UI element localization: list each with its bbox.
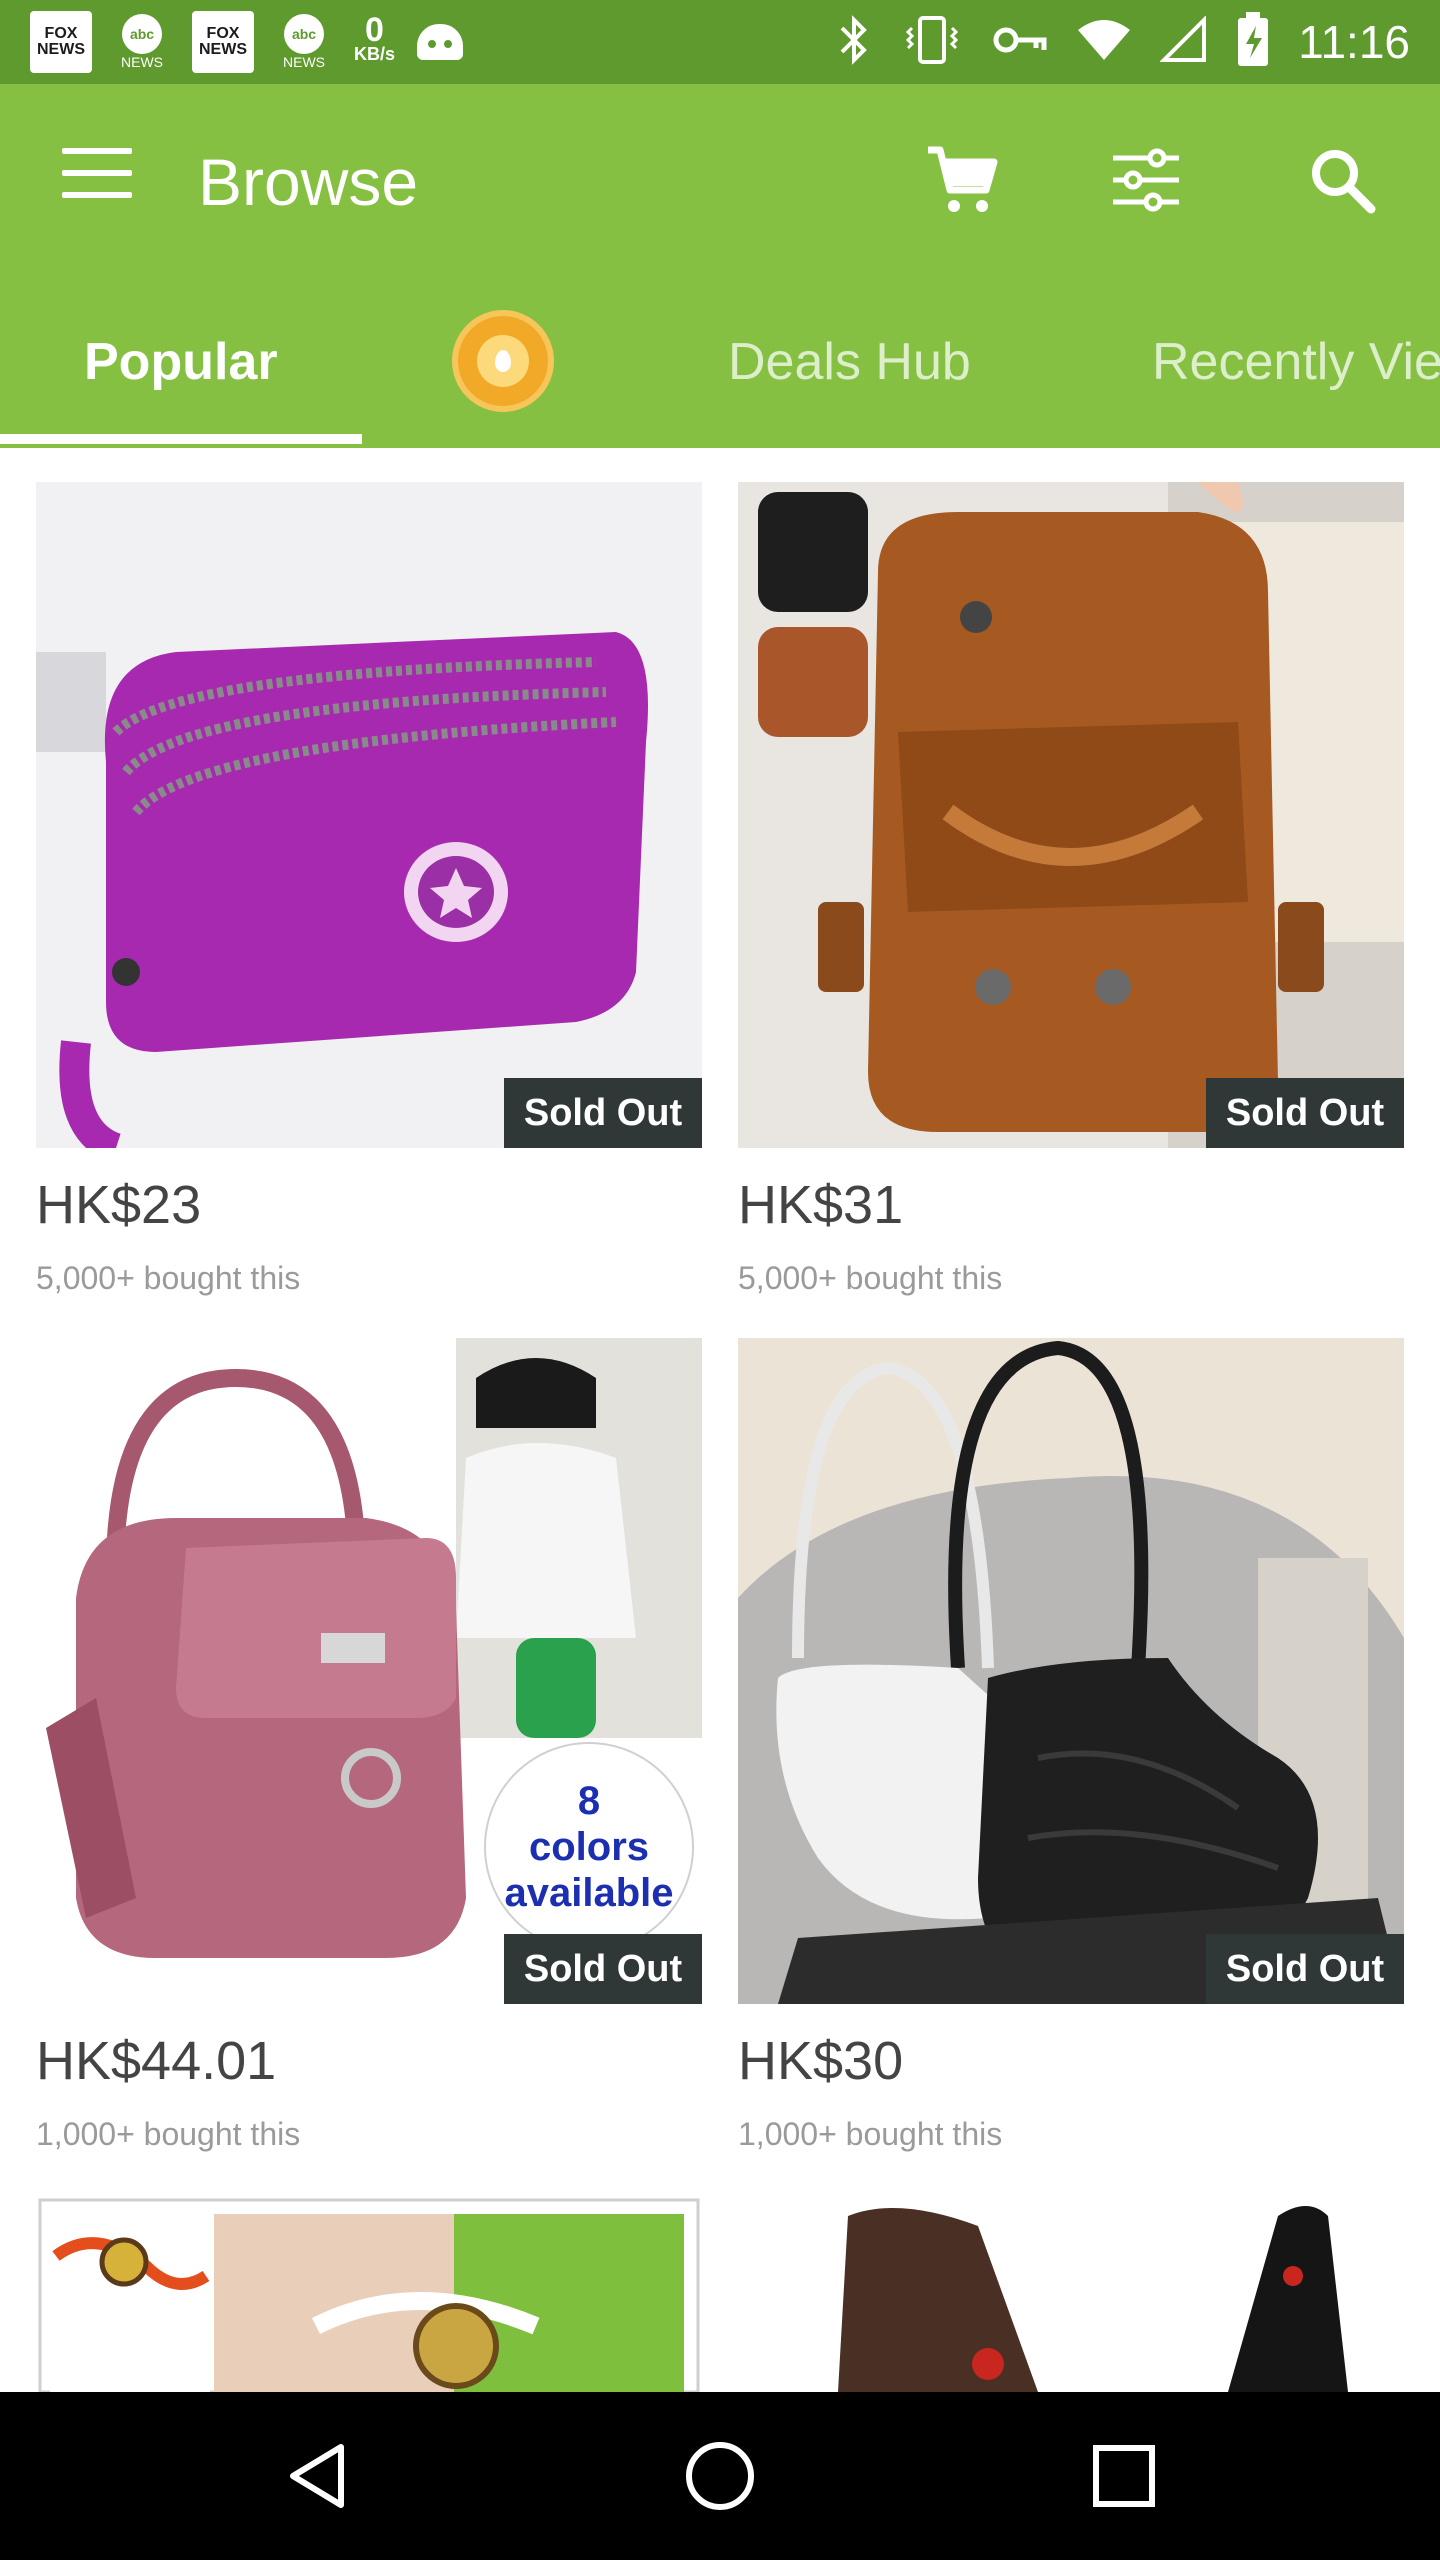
network-speed-value: 0 [365, 11, 384, 49]
status-bar: FOX NEWS abc NEWS FOX NEWS abc NEWS 0 KB… [0, 0, 1440, 84]
signal-icon [1159, 14, 1208, 69]
search-icon[interactable] [1302, 140, 1382, 220]
purchase-count: 1,000+ bought this [738, 2116, 1003, 2152]
wifi-icon [1076, 18, 1132, 67]
product-price: HK$44.01 [36, 2031, 277, 2091]
clock: 11:16 [1298, 16, 1410, 68]
app-bar: Browse [0, 84, 1440, 280]
colors-available-badge: 8 colors available [484, 1742, 694, 1952]
sold-out-badge: Sold Out [504, 1078, 702, 1148]
abc-logo: abc [122, 14, 162, 54]
sold-out-badge: Sold Out [504, 1934, 702, 2004]
active-tab-indicator [0, 434, 362, 444]
abc-news-icon: abc NEWS [114, 11, 170, 73]
product-image[interactable] [36, 2196, 702, 2392]
purchase-count: 5,000+ bought this [36, 1260, 301, 1296]
abc-logo: abc [284, 14, 324, 54]
network-speed: 0 KB/s [354, 11, 396, 66]
menu-icon[interactable] [62, 148, 132, 198]
product-image[interactable]: Sold Out [36, 482, 702, 1148]
tab-deals-hub[interactable]: Deals Hub [728, 332, 971, 392]
sold-out-badge: Sold Out [1206, 1078, 1404, 1148]
purchase-count: 1,000+ bought this [36, 2116, 301, 2152]
tab-recently-viewed[interactable]: Recently Vie [1152, 332, 1440, 392]
page-title: Browse [198, 145, 419, 219]
back-icon[interactable] [276, 2434, 360, 2518]
product-card[interactable] [36, 2196, 702, 2392]
system-nav-bar [0, 2392, 1440, 2560]
product-card[interactable]: Sold Out HK$31 5,000+ bought this [738, 482, 1404, 1296]
product-image[interactable] [738, 2196, 1404, 2392]
battery-icon [1236, 11, 1270, 73]
product-price: HK$23 [36, 1175, 202, 1235]
abc-caption: NEWS [283, 54, 325, 70]
recent-apps-icon[interactable] [1082, 2434, 1166, 2518]
system-status-icons: 11:16 [836, 10, 1410, 74]
android-icon [417, 24, 464, 60]
tab-bar: Popular Deals Hub Recently Vie [0, 280, 1440, 448]
product-image[interactable]: 8 colors available Sold Out [36, 1338, 702, 2004]
bluetooth-icon [836, 14, 872, 71]
purchase-count: 5,000+ bought this [738, 1260, 1003, 1296]
notification-icons: FOX NEWS abc NEWS FOX NEWS abc NEWS 0 KB… [30, 10, 464, 74]
product-price: HK$30 [738, 2031, 904, 2091]
colors-available-text: 8 colors available [504, 1779, 674, 1915]
product-image[interactable]: Sold Out [738, 1338, 1404, 2004]
daily-reward-coin-icon[interactable] [452, 310, 554, 412]
fox-news-icon: FOX NEWS [192, 11, 254, 73]
sold-out-badge: Sold Out [1206, 1934, 1404, 2004]
product-card[interactable] [738, 2196, 1404, 2392]
fox-news-icon: FOX NEWS [30, 11, 92, 73]
product-image[interactable]: Sold Out [738, 482, 1404, 1148]
home-icon[interactable] [678, 2434, 762, 2518]
abc-caption: NEWS [121, 54, 163, 70]
cart-icon[interactable] [922, 140, 1002, 220]
network-speed-unit: KB/s [354, 44, 396, 64]
filter-icon[interactable] [1106, 140, 1186, 220]
abc-news-icon: abc NEWS [276, 11, 332, 73]
vpn-key-icon [992, 20, 1048, 65]
vibrate-icon [900, 14, 964, 71]
product-card[interactable]: Sold Out HK$23 5,000+ bought this [36, 482, 702, 1296]
tab-popular[interactable]: Popular [84, 332, 278, 392]
product-card[interactable]: Sold Out HK$30 1,000+ bought this [738, 1338, 1404, 2152]
product-price: HK$31 [738, 1175, 904, 1235]
product-card[interactable]: 8 colors available Sold Out HK$44.01 1,0… [36, 1338, 702, 2152]
